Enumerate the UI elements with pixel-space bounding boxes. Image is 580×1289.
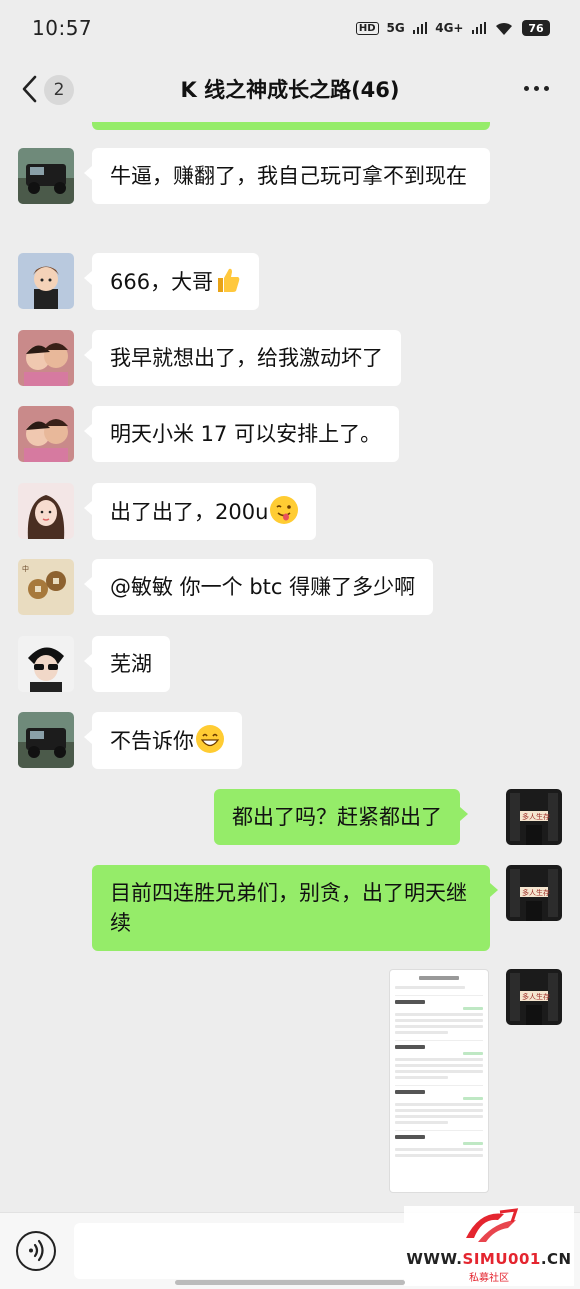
wifi-icon — [496, 22, 512, 35]
message-bubble-outgoing[interactable]: 都出了吗？赶紧都出了 — [214, 789, 468, 845]
svg-text:多人生存: 多人生存 — [522, 888, 550, 897]
svg-text:中: 中 — [22, 564, 29, 573]
status-icons: HD 5G 4G+ 76 — [355, 20, 550, 36]
avatar-self[interactable]: 多人生存 — [506, 865, 562, 921]
more-options-icon[interactable] — [524, 86, 549, 91]
message-bubble-outgoing[interactable]: 目前四连胜兄弟们，别贪，出了明天继续 — [92, 865, 498, 951]
watermark-logo-icon — [466, 1208, 519, 1242]
svg-text:多人生存: 多人生存 — [522, 992, 550, 1001]
signal-icon-2 — [471, 22, 486, 34]
message-bubble[interactable]: @敏敏 你一个 btc 得赚了多少啊 — [83, 559, 434, 615]
battery-icon: 76 — [522, 20, 550, 36]
chat-title: K 线之神成长之路(46) — [180, 78, 400, 102]
wink-tongue-emoji-icon — [270, 496, 299, 524]
previous-message-edge — [92, 122, 490, 130]
net-4g-label: 4G+ — [435, 21, 464, 35]
avatar-couple[interactable] — [18, 406, 74, 462]
watermark-url: WWW.SIMU001.CN — [406, 1250, 572, 1268]
signal-icon — [412, 22, 428, 34]
status-bar: 10:57 HD 5G 4G+ 76 — [0, 0, 580, 56]
avatar-jeep[interactable] — [18, 712, 74, 768]
status-time: 10:57 — [32, 16, 93, 40]
message-bubble[interactable]: 出了出了，200u — [83, 483, 317, 540]
message-bubble[interactable]: 明天小米 17 可以安排上了。 — [83, 406, 400, 462]
message-text: 不告诉你 — [110, 729, 194, 753]
avatar-couple[interactable] — [18, 330, 74, 386]
site-watermark: WWW.SIMU001.CN 私募社区 — [404, 1206, 574, 1286]
avatar-jeep[interactable] — [18, 148, 74, 204]
hd-icon: HD — [355, 21, 379, 35]
home-indicator[interactable] — [175, 1280, 405, 1285]
message-text: 666，大哥 — [110, 270, 214, 294]
voice-input-icon[interactable] — [16, 1231, 56, 1271]
net-5g-label: 5G — [386, 21, 405, 35]
svg-text:多人生存: 多人生存 — [522, 812, 550, 821]
watermark-subtitle: 私募社区 — [469, 1273, 509, 1284]
grin-emoji-icon — [196, 725, 224, 753]
message-bubble[interactable]: 666，大哥 — [83, 253, 260, 310]
message-bubble[interactable]: 芜湖 — [84, 636, 170, 692]
message-text: 出了出了，200u — [110, 500, 269, 524]
thumbs-up-icon — [218, 268, 240, 292]
avatar-cartoon-boy[interactable] — [18, 253, 74, 309]
avatar-sunglasses[interactable] — [18, 636, 74, 692]
image-message-thumbnail[interactable] — [389, 969, 489, 1193]
image-content — [419, 976, 459, 980]
avatar-self[interactable]: 多人生存 — [506, 789, 562, 845]
avatar-self[interactable]: 多人生存 — [506, 969, 562, 1025]
message-bubble[interactable]: 牛逼，赚翻了，我自己玩可拿不到现在 — [84, 148, 490, 204]
chat-header: 2 K 线之神成长之路(46) — [0, 56, 580, 122]
avatar-girl[interactable] — [18, 483, 74, 539]
avatar-coins[interactable]: 中 — [18, 559, 74, 615]
message-bubble[interactable]: 我早就想出了，给我激动坏了 — [84, 330, 401, 386]
message-bubble[interactable]: 不告诉你 — [84, 712, 242, 769]
